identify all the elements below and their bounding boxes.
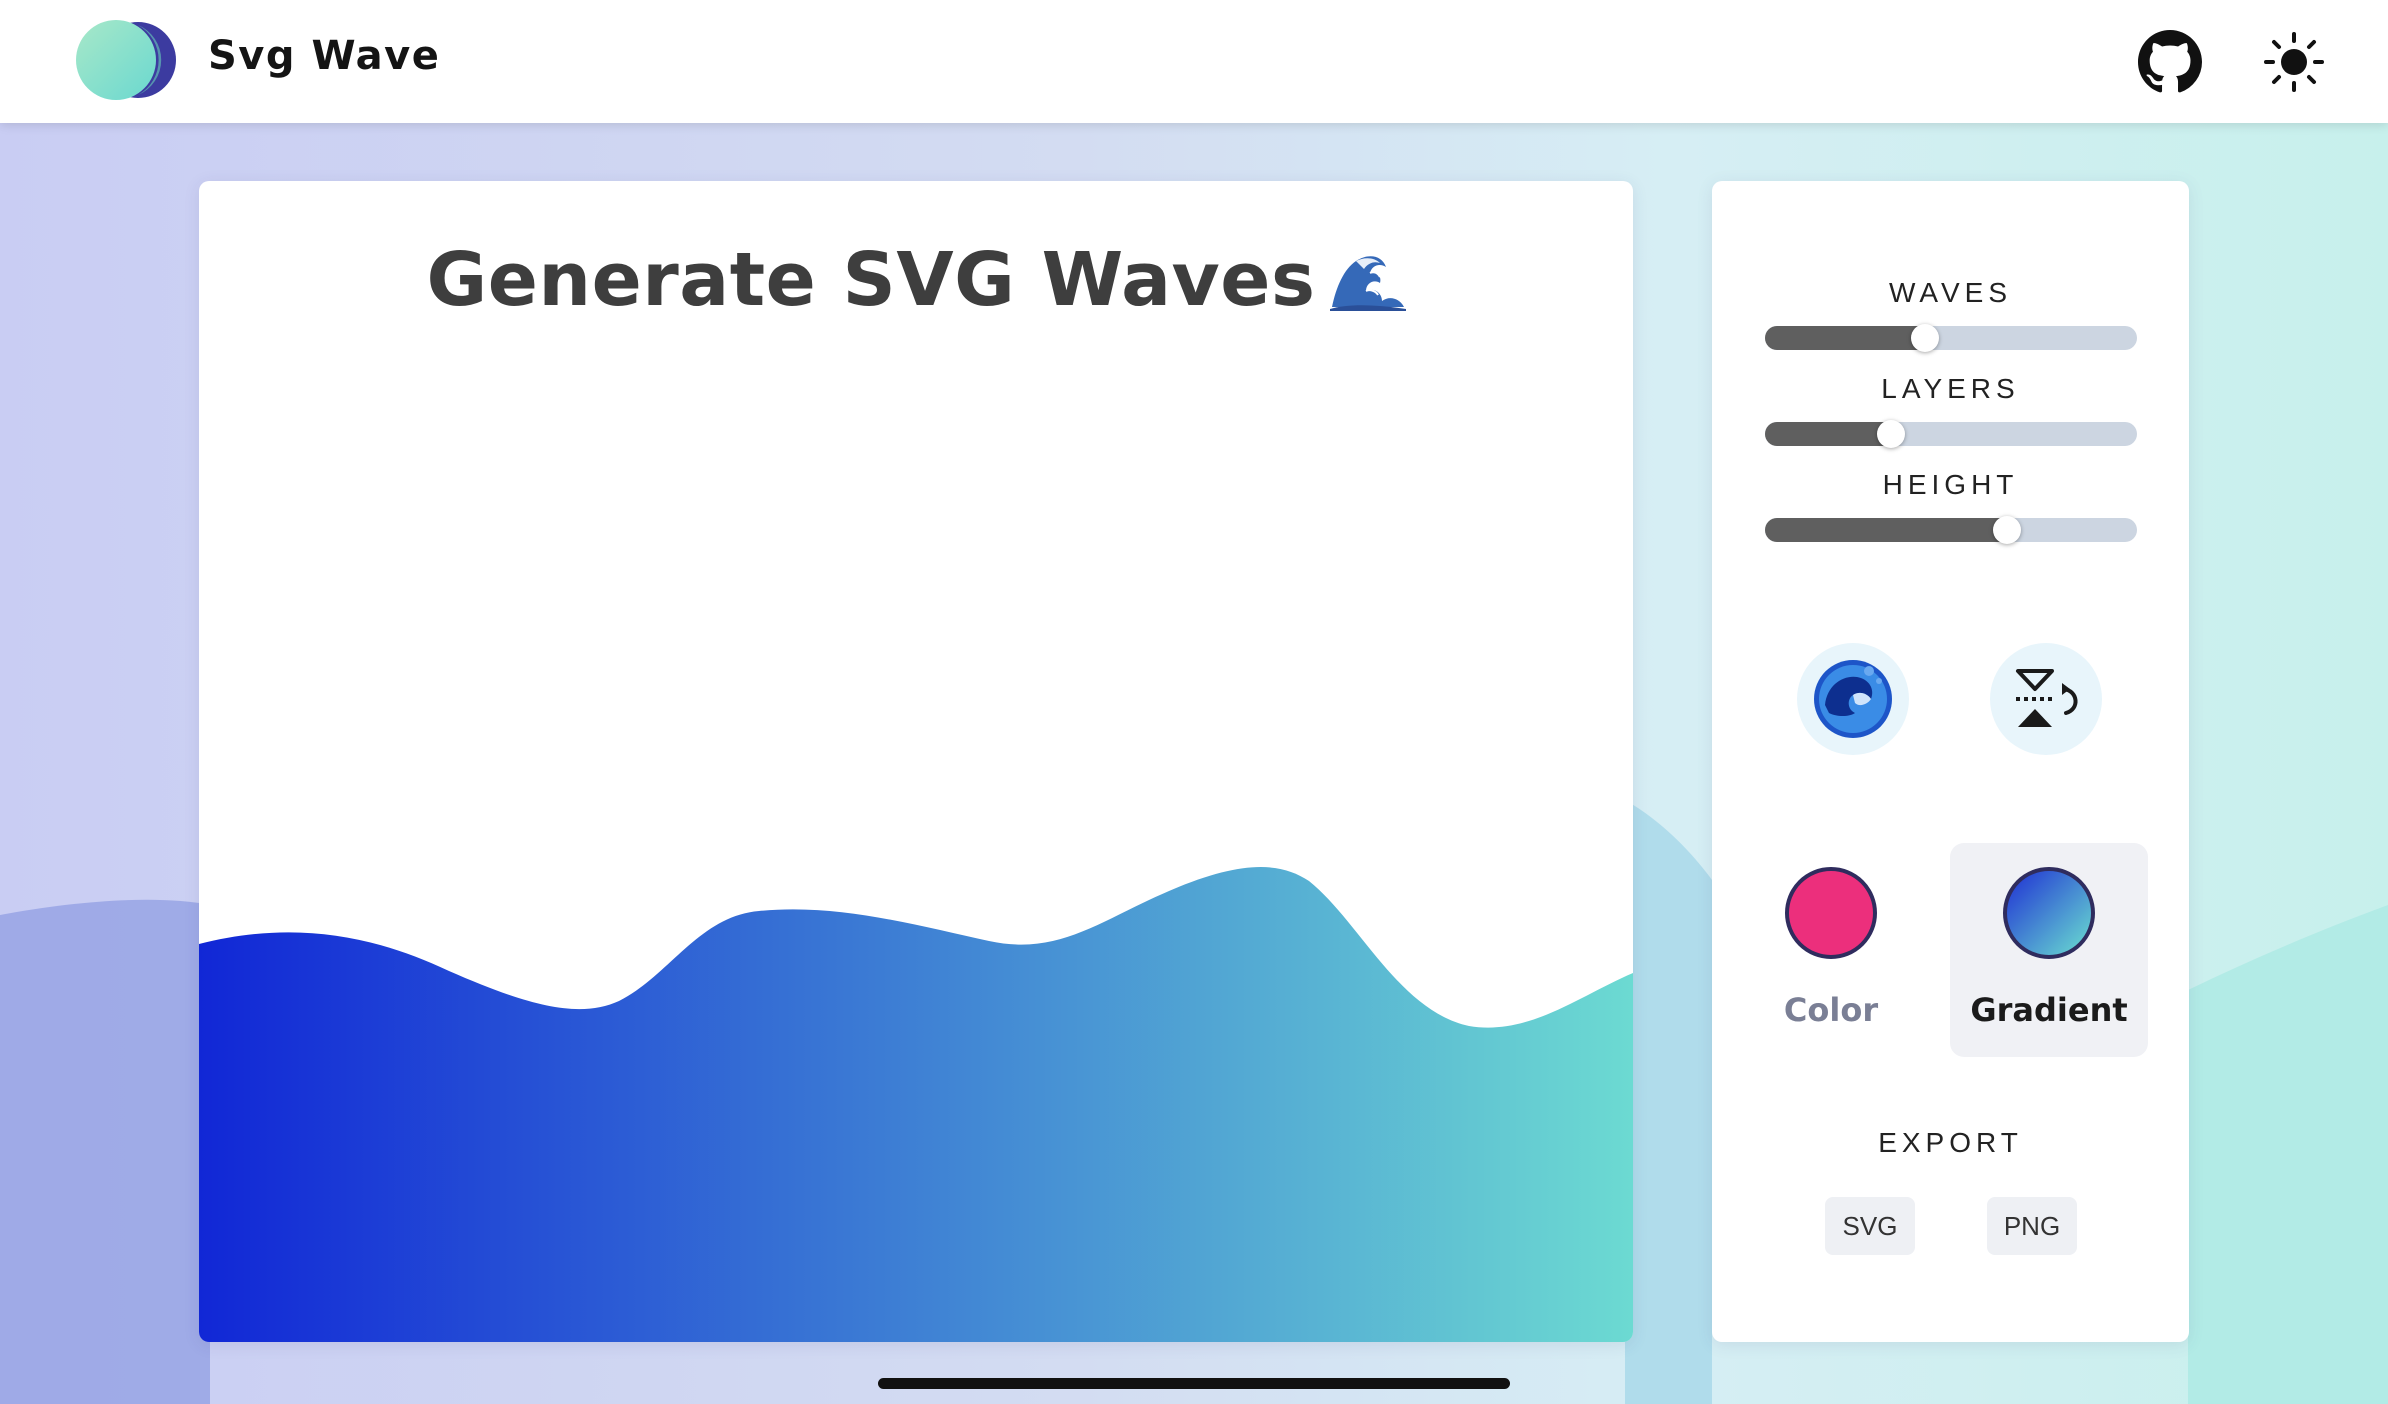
waves-slider[interactable] <box>1765 324 2137 352</box>
randomize-button[interactable] <box>1797 643 1909 755</box>
wave-preview-card: Generate SVG Waves <box>199 181 1633 1342</box>
export-svg-button[interactable]: SVG <box>1825 1197 1915 1255</box>
waves-label: WAVES <box>1888 277 2012 308</box>
color-mode-label: Color <box>1783 991 1879 1029</box>
export-label: EXPORT <box>1878 1127 2023 1158</box>
navbar: Svg Wave <box>0 0 2388 123</box>
title-text: Generate SVG Waves <box>426 237 1316 323</box>
page-title: Generate SVG Waves <box>199 237 1633 323</box>
brand-name: Svg Wave <box>208 33 441 79</box>
gradient-mode-button[interactable]: Gradient <box>1950 843 2148 1057</box>
sun-icon <box>2264 32 2324 92</box>
wave-layer <box>199 867 1633 1342</box>
controls-panel: WAVES LAYERS HEIGHT Color Gradient EXPOR… <box>1712 181 2189 1342</box>
waves-slider-fill <box>1765 326 1925 350</box>
layers-slider-thumb[interactable] <box>1877 420 1906 448</box>
wave-randomize-icon <box>1814 660 1892 738</box>
flip-button[interactable] <box>1990 643 2102 755</box>
gradient-swatch <box>2003 867 2095 959</box>
height-slider-fill <box>1765 518 2007 542</box>
height-slider[interactable] <box>1765 516 2137 544</box>
github-button[interactable] <box>2138 30 2202 94</box>
color-swatch <box>1785 867 1877 959</box>
gradient-mode-label: Gradient <box>1970 991 2128 1029</box>
color-mode-button[interactable]: Color <box>1732 843 1930 1057</box>
home-indicator <box>878 1378 1510 1389</box>
height-label: HEIGHT <box>1882 469 2019 500</box>
height-slider-thumb[interactable] <box>1992 516 2021 544</box>
wave-preview <box>199 867 1633 1342</box>
logo-icon[interactable] <box>76 16 182 104</box>
export-png-button[interactable]: PNG <box>1987 1197 2077 1255</box>
github-icon <box>2138 30 2202 93</box>
theme-toggle-button[interactable] <box>2262 30 2326 94</box>
layers-slider[interactable] <box>1765 420 2137 448</box>
layers-label: LAYERS <box>1881 373 2020 404</box>
flip-vertical-icon <box>2016 669 2078 727</box>
waves-slider-thumb[interactable] <box>1910 324 1939 352</box>
layers-slider-fill <box>1765 422 1892 446</box>
great-wave-emoji-icon <box>1329 247 1406 311</box>
